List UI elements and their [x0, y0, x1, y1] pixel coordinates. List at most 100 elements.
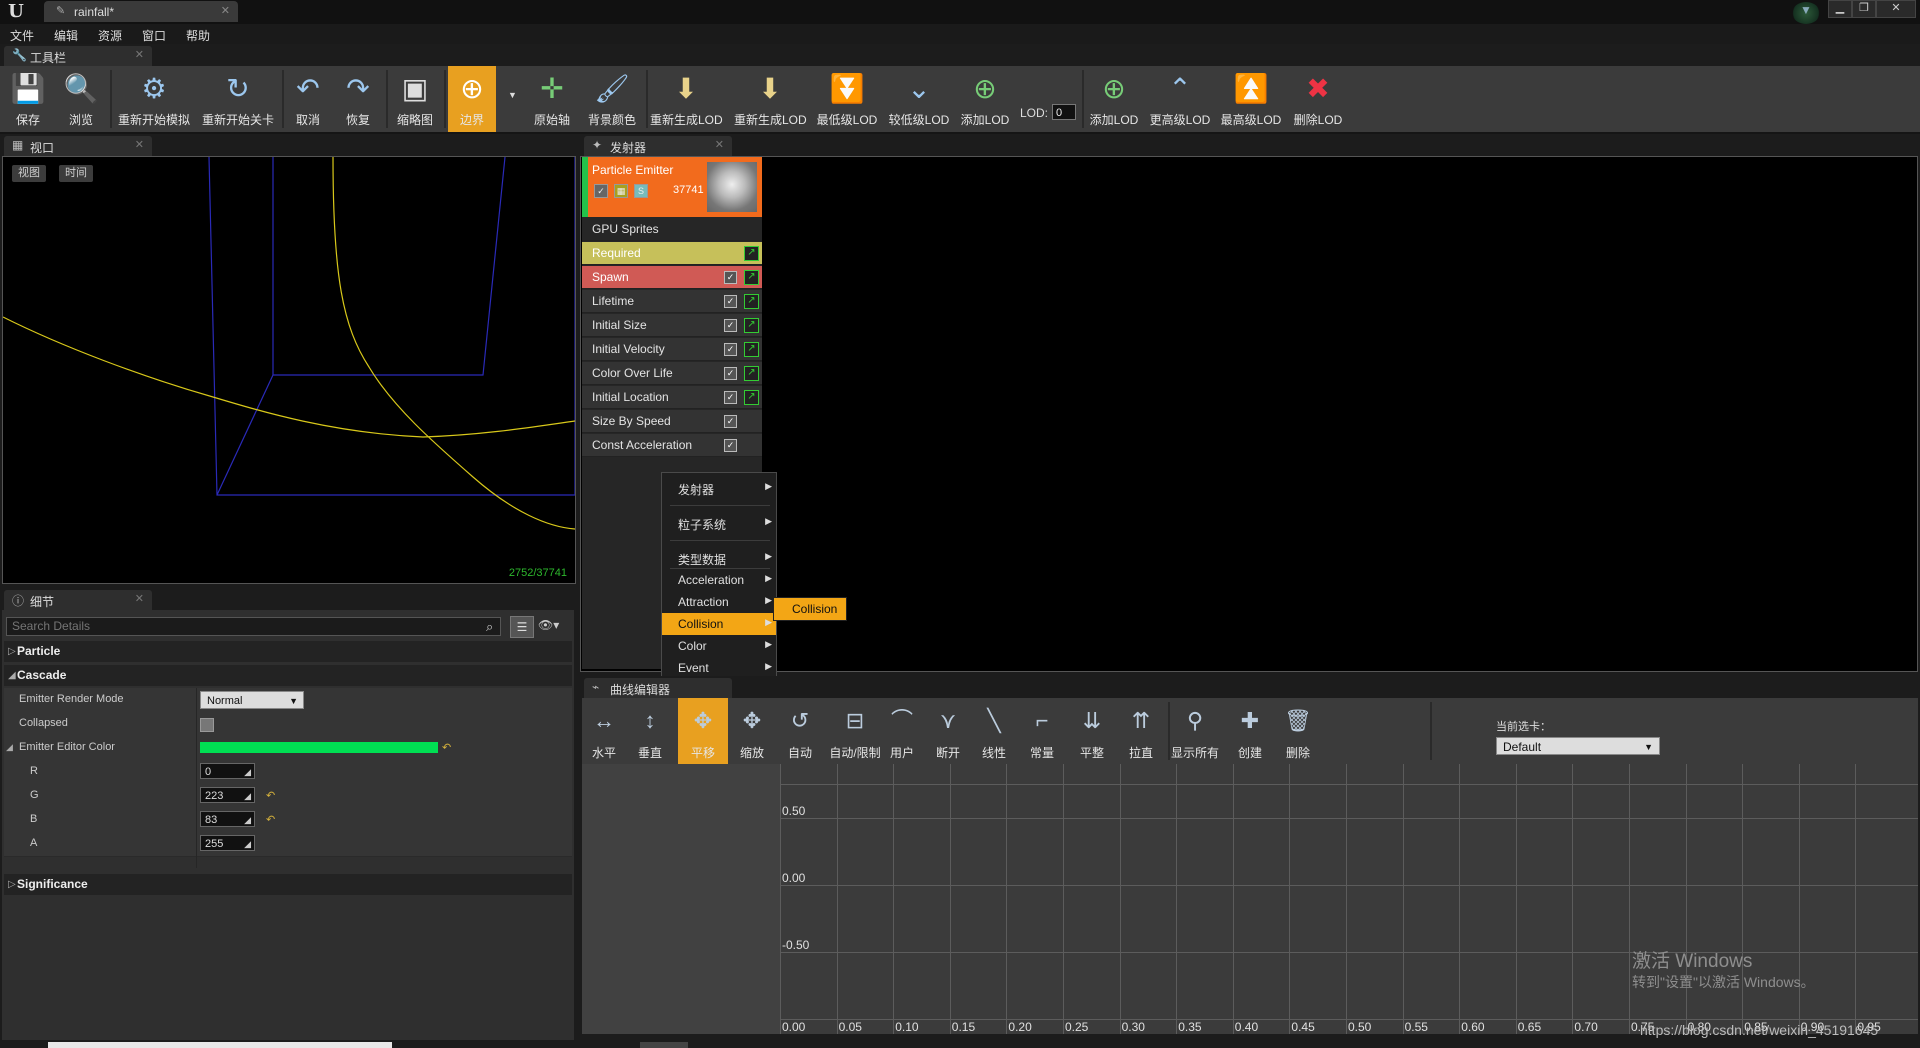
module-enable-checkbox[interactable]: ✓ [724, 271, 737, 284]
curve-constant-button[interactable]: ⌐ 常量 [1020, 698, 1064, 764]
b-input[interactable]: 83 ◢ [200, 811, 255, 827]
bg-color-button[interactable]: 🖌 背景颜色 [582, 66, 642, 132]
curve-vertical-button[interactable]: ↕ 垂直 [628, 698, 672, 764]
reset-default-icon[interactable]: ↶ [266, 789, 275, 802]
close-icon[interactable]: ✕ [135, 48, 144, 61]
module-enable-checkbox[interactable]: ✓ [724, 415, 737, 428]
category-cascade[interactable]: ◢ Cascade [4, 665, 572, 686]
module-enable-checkbox[interactable]: ✓ [724, 295, 737, 308]
origin-axis-button[interactable]: ✛ 原始轴 [528, 66, 576, 132]
curve-break-button[interactable]: ⋎ 断开 [926, 698, 970, 764]
curve-zoom-button[interactable]: ✥ 缩放 [732, 698, 772, 764]
maximize-button[interactable]: ❐ [1852, 0, 1876, 18]
module-initial-location[interactable]: Initial Location ✓ ↗ [582, 386, 762, 409]
module-spawn[interactable]: Spawn ✓ ↗ [582, 266, 762, 289]
curve-delete-button[interactable]: 🗑 删除 [1278, 698, 1318, 764]
bounds-button[interactable]: ⊕ 边界 [448, 66, 496, 132]
render-mode-dropdown[interactable]: Normal ▼ [200, 691, 304, 709]
curve-pan-button[interactable]: ✥ 平移 [678, 698, 728, 764]
category-particle[interactable]: ▷ Particle [4, 641, 572, 662]
menu-help[interactable]: 帮助 [186, 27, 210, 44]
close-icon[interactable]: ✕ [715, 138, 724, 151]
g-input[interactable]: 223 ◢ [200, 787, 255, 803]
module-size-by-speed[interactable]: Size By Speed ✓ [582, 410, 762, 433]
time-button[interactable]: 时间 [59, 165, 93, 182]
menu-window[interactable]: 窗口 [142, 27, 166, 44]
emitter-solo-icon[interactable]: ▦ [614, 184, 628, 198]
regen-lod-2-button[interactable]: ⬇ 重新生成LOD [734, 66, 807, 132]
curve-flatten-button[interactable]: ⇊ 平整 [1070, 698, 1114, 764]
module-initial-velocity[interactable]: Initial Velocity ✓ ↗ [582, 338, 762, 361]
redo-button[interactable]: ↷ 恢复 [336, 66, 380, 132]
minimize-button[interactable]: ▁ [1828, 0, 1852, 18]
details-tab[interactable]: ⓘ 细节 ✕ [4, 590, 152, 610]
scrollbar-thumb[interactable] [640, 1042, 688, 1048]
curve-toggle-icon[interactable]: ↗ [744, 342, 759, 357]
module-enable-checkbox[interactable]: ✓ [724, 367, 737, 380]
curve-toggle-icon[interactable]: ↗ [744, 318, 759, 333]
curve-toggle-icon[interactable]: ↗ [744, 390, 759, 405]
emitter-enable-checkbox[interactable]: ✓ [594, 184, 608, 198]
current-tab-dropdown[interactable]: Default ▼ [1496, 737, 1660, 755]
browse-button[interactable]: 🔍 浏览 [56, 66, 106, 132]
curve-auto-button[interactable]: ↺ 自动 [778, 698, 822, 764]
context-item-attraction[interactable]: Attraction ▶ [662, 591, 776, 613]
notification-icon[interactable]: ▼ [1800, 3, 1812, 17]
close-icon[interactable]: ✕ [135, 138, 144, 151]
lowest-lod-button[interactable]: ⏬ 最低级LOD [814, 66, 880, 132]
view-options-icon[interactable]: ☰ [510, 616, 534, 638]
curve-toggle-icon[interactable]: ↗ [744, 366, 759, 381]
undo-button[interactable]: ↶ 取消 [286, 66, 330, 132]
bounds-dropdown-icon[interactable]: ▼ [508, 90, 517, 100]
curve-toggle-icon[interactable]: ↗ [744, 270, 759, 285]
horizontal-scrollbar[interactable] [48, 1042, 392, 1048]
restart-level-button[interactable]: ↻ 重新开始关卡 [198, 66, 278, 132]
curve-linear-button[interactable]: ╲ 线性 [974, 698, 1014, 764]
restart-sim-button[interactable]: ⚙ 重新开始模拟 [114, 66, 194, 132]
context-item-collision[interactable]: Collision ▶ [662, 613, 776, 635]
menu-file[interactable]: 文件 [10, 27, 34, 44]
editor-color-swatch[interactable] [200, 742, 438, 753]
context-item-类型数据[interactable]: 类型数据 ▶ [662, 547, 776, 569]
curve-toggle-icon[interactable]: ↗ [744, 294, 759, 309]
module-lifetime[interactable]: Lifetime ✓ ↗ [582, 290, 762, 313]
close-window-button[interactable]: ✕ [1876, 0, 1916, 18]
add-lod-button[interactable]: ⊕ 添加LOD [958, 66, 1012, 132]
emitter-s-icon[interactable]: S [634, 184, 648, 198]
emitter-canvas[interactable] [580, 156, 1918, 672]
viewport-tab[interactable]: ▦ 视口 ✕ [4, 136, 152, 156]
module-enable-checkbox[interactable]: ✓ [724, 343, 737, 356]
unreal-logo-icon[interactable]: U [6, 2, 26, 22]
curve-horizontal-button[interactable]: ↔ 水平 [584, 698, 624, 764]
context-item-color[interactable]: Color ▶ [662, 635, 776, 657]
highest-lod-button[interactable]: ⏫ 最高级LOD [1218, 66, 1284, 132]
context-item-acceleration[interactable]: Acceleration ▶ [662, 569, 776, 591]
submenu-collision[interactable]: Collision [773, 597, 847, 621]
curve-straighten-button[interactable]: ⇈ 拉直 [1118, 698, 1164, 764]
context-item-粒子系统[interactable]: 粒子系统 ▶ [662, 512, 776, 534]
curve-show-all-button[interactable]: ⚲ 显示所有 [1166, 698, 1224, 764]
regen-lod-button[interactable]: ⬇ 重新生成LOD [650, 66, 723, 132]
search-details-input[interactable] [6, 617, 501, 636]
curve-auto-clamped-button[interactable]: ⊟ 自动/限制 [826, 698, 884, 764]
menu-edit[interactable]: 编辑 [54, 27, 78, 44]
emitters-tab[interactable]: ✦ 发射器 ✕ [584, 136, 732, 156]
collapsed-checkbox[interactable] [200, 718, 214, 732]
lod-spinner[interactable]: 0 [1052, 104, 1076, 120]
curve-toggle-icon[interactable]: ↗ [744, 246, 759, 261]
delete-lod-button[interactable]: ✖ 删除LOD [1290, 66, 1346, 132]
add-lod-2-button[interactable]: ⊕ 添加LOD [1086, 66, 1142, 132]
curve-graph[interactable]: 0.00 0.05 0.10 0.15 0.20 0.25 0.30 0.35 0.40 0.45… [780, 764, 1918, 1034]
category-significance[interactable]: ▷ Significance [4, 874, 572, 895]
higher-lod-button[interactable]: ⌃ 更高级LOD [1148, 66, 1212, 132]
context-item-发射器[interactable]: 发射器 ▶ [662, 477, 776, 499]
lower-lod-button[interactable]: ⌄ 较低级LOD [886, 66, 952, 132]
r-input[interactable]: 0 ◢ [200, 763, 255, 779]
curve-create-button[interactable]: ✚ 创建 [1228, 698, 1272, 764]
close-tab-icon[interactable]: ✕ [221, 4, 230, 17]
module-initial-size[interactable]: Initial Size ✓ ↗ [582, 314, 762, 337]
module-color-over-life[interactable]: Color Over Life ✓ ↗ [582, 362, 762, 385]
eye-icon[interactable]: 👁▾ [538, 618, 559, 632]
module-required[interactable]: Required ↗ [582, 242, 762, 265]
toolbar-tab[interactable]: 🔧 工具栏 ✕ [4, 46, 152, 66]
